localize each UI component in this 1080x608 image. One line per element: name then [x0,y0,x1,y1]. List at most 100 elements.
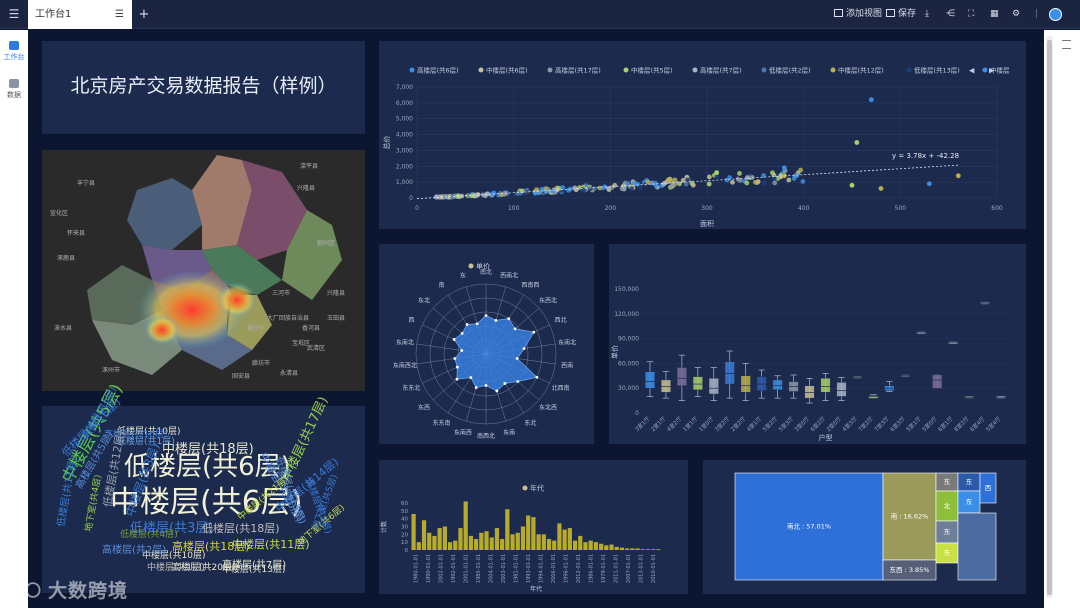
bar [645,549,651,550]
add-tab-button[interactable]: + [137,0,151,29]
bar-chart[interactable]: 年代0102030405060计数1980-01-01 1990-01-01 200… [379,460,688,594]
bar [552,540,557,550]
radar-point [484,384,488,387]
radar-axis-label: 西南 [561,362,573,370]
scatter-point [473,193,479,199]
treemap-label: 东 [944,548,951,557]
scatter-point [744,175,750,180]
scatter-point [591,186,597,192]
bar [536,534,541,550]
radar-axis-label: 东北 [524,419,536,427]
x-tick-label: 2013-01-01 [638,554,644,583]
bar [505,509,510,550]
radar-axis-label: 东西北 [539,296,557,304]
radar-point [495,389,499,393]
x-tick-label: 1992-01-01 [451,554,457,583]
y-tick-label: 0 [409,195,413,202]
scatter-point [519,188,525,194]
save-button[interactable]: 保存 [886,0,916,29]
box-body [836,382,847,397]
x-tick-label: 7室3厅 [872,414,891,433]
map-label: 滦平县 [300,162,318,170]
layout-icon[interactable]: ▦ [990,0,999,29]
panel-menu-icon[interactable] [1062,40,1071,49]
treemap[interactable]: 南北 : 57.01%南 : 16.62%东西 : 3.85%东 东北 东西东东 [703,460,1026,594]
x-tick-label: 7室2厅 [856,414,875,433]
x-axis-label: 户型 [819,433,833,442]
y-tick-label: 10 [401,540,408,546]
treemap-label: 东 [944,527,951,536]
sidebar: 工作台 数据 [0,30,28,608]
sidebar-item-data[interactable]: 数据 [0,74,28,106]
scatter-point [878,186,884,191]
avatar[interactable] [1049,8,1062,21]
fullscreen-icon[interactable]: ⛶ [968,0,974,29]
x-tick-label: 8室2厅 [952,414,971,433]
treemap-label: 南 : 16.62% [891,512,929,521]
radar-axis-label: 西南北 [500,271,518,279]
tab-workspace[interactable]: 工作台1 ☰ [28,0,132,29]
radar-point [465,323,469,326]
legend-marker [761,67,767,73]
tab-menu-icon[interactable]: ☰ [115,0,124,29]
gear-icon[interactable]: ⚙ [1012,0,1020,29]
bar [520,526,526,550]
box-body [660,379,671,393]
y-tick-label: 50 [401,509,408,515]
database-icon [9,79,19,88]
scatter-point [666,176,672,182]
bar [630,548,635,550]
share-icon[interactable]: ⋲ [946,0,955,29]
sidebar-item-workspace[interactable]: 工作台 [0,36,28,68]
bar [510,534,515,550]
x-tick-label: 1994-01-01 [538,554,544,583]
x-tick-label: 5室4厅 [984,414,1003,433]
radar-chart-card: 单价 南北 西南北 西南西 东西北 西北 东南北 西南 北西南 东北西 东北 东南 南西北 东南西 东东南东… [379,244,594,444]
x-tick-label: 2007-01-01 [626,554,632,583]
scatter-chart[interactable]: 高楼层(共6层) 中楼层(共6层) 高楼层(共17层) 中楼层(共5层) 高楼层(共7层… [379,41,1026,229]
scatter-point [545,187,551,192]
radar-chart[interactable]: 单价南北 西南北西南西东西北西北东南北西南北西南东北西东北东南南西北东南西东东南东… [379,244,594,444]
add-view-button[interactable]: 添加视图 [834,0,882,29]
radar-axis-label: 南西北 [477,432,495,440]
bar [453,540,458,550]
scatter-point [637,185,643,191]
menu-icon[interactable]: ☰ [8,7,20,21]
x-tick-label: 400 [798,205,810,212]
sidebar-item-label: 工作台 [3,53,25,61]
scrollbar-thumb[interactable] [1047,40,1052,595]
x-tick-label: 200 [605,205,617,212]
heat-map[interactable]: 滦平县宣化区怀来县涿鹿县兴隆县蓟州区兴隆县丰宁县涞水县涿州市廊坊市固安县霸州市三… [42,150,365,391]
legend-next-icon: ▶ [989,67,995,75]
bar [526,515,531,550]
x-tick-label: 1981-01-01 [513,554,519,583]
map-label: 怀来县 [67,229,85,237]
box-plot[interactable]: 0 30,000 60,000 90,000 120,000 150,000 户型 单价 3室1… [609,244,1026,444]
x-tick-label: 1986-01-01 [588,554,594,583]
map-card: 滦平县 宣化区 怀来县 涿鹿县 兴隆县 蓟州区 兴隆县 丰宁县 涞水县 涿州市 廊坊市 固安县 霸州市三… [42,150,365,391]
treemap-label: 东 [944,477,951,486]
y-tick-label: 20 [401,532,408,538]
box-body [708,378,719,395]
map-label: 固安县 [232,372,250,380]
bar [593,542,598,550]
x-tick-label: 3室2厅 [713,414,732,433]
scatter-point [800,179,806,184]
legend-label: 年代 [530,484,544,493]
bar [583,542,588,550]
treemap-cell [957,512,997,581]
radar-axis-label: 东南西北 [393,362,417,370]
word-cloud-word: 中楼层(共13层) [222,565,286,575]
bar [625,548,630,550]
radar-axis-label: 西 [408,317,414,324]
radar-point [460,349,464,352]
add-icon [834,9,843,17]
x-tick-label: 6室3厅 [888,414,907,433]
map-label: 涞水县 [54,324,72,332]
bar [458,528,463,550]
scatter-point [781,165,787,171]
x-tick-label: 300 [701,205,713,212]
download-icon[interactable]: ⤓ [925,0,929,29]
scatter-point [612,182,618,188]
scatter-point [752,179,758,185]
